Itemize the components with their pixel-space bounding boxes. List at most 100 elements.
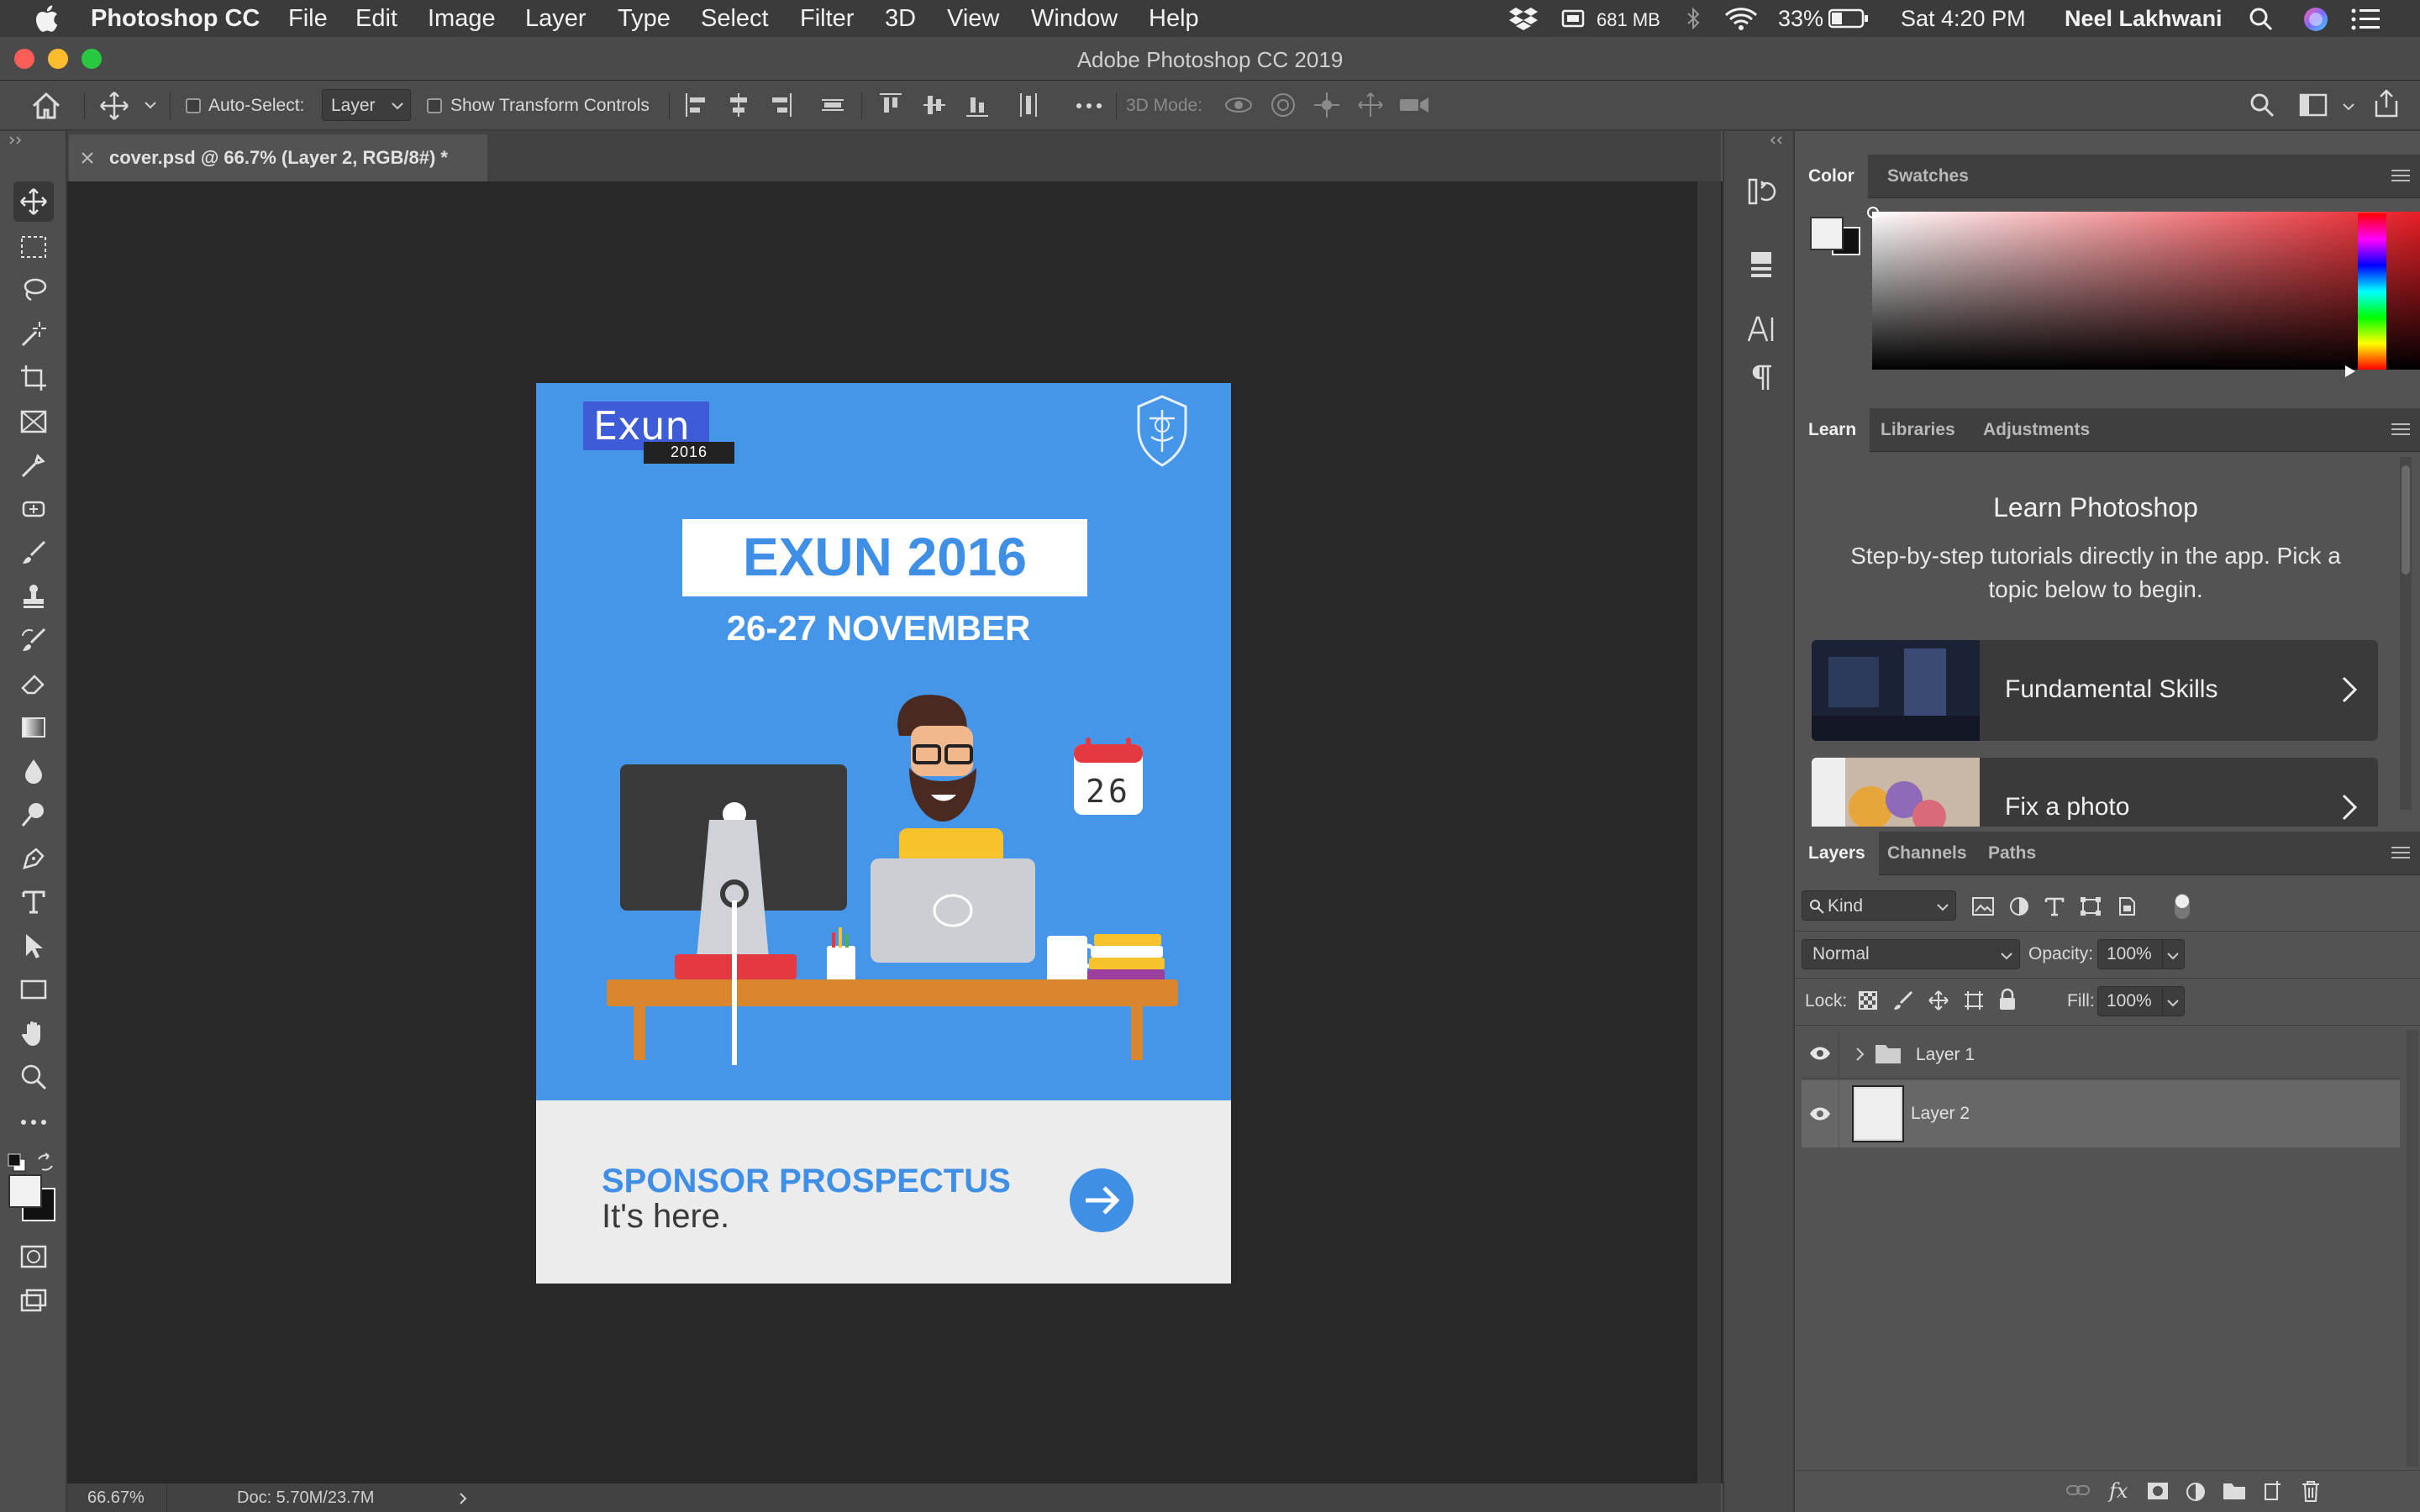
- layer-name[interactable]: Layer 2: [1911, 1104, 1970, 1124]
- filter-adjustment-layers-icon[interactable]: [2008, 895, 2030, 917]
- siri-icon[interactable]: [2302, 6, 2329, 33]
- bluetooth-icon[interactable]: [1685, 7, 1702, 30]
- slide-3d-icon[interactable]: [1356, 91, 1385, 119]
- opacity-field[interactable]: 100%: [2097, 939, 2185, 969]
- panel-menu-icon[interactable]: [2391, 847, 2410, 858]
- lock-all-icon[interactable]: [1998, 988, 2017, 1011]
- properties-panel-icon[interactable]: [1746, 247, 1776, 281]
- blur-tool[interactable]: [13, 751, 54, 791]
- collapse-toolbar-icon[interactable]: [8, 136, 27, 144]
- spotlight-search-icon[interactable]: [2249, 7, 2274, 32]
- canvas-vertical-scrollbar[interactable]: [1697, 181, 1721, 1483]
- blend-mode-dropdown[interactable]: Normal: [1802, 939, 2020, 969]
- chevron-right-icon[interactable]: [459, 1492, 467, 1505]
- new-adjustment-layer-icon[interactable]: [2185, 1481, 2207, 1503]
- menu-help[interactable]: Help: [1149, 5, 1199, 33]
- path-selection-tool[interactable]: [13, 926, 54, 966]
- dodge-tool[interactable]: [13, 795, 54, 835]
- menu-select[interactable]: Select: [701, 5, 769, 33]
- menu-3d[interactable]: 3D: [885, 5, 916, 33]
- lasso-tool[interactable]: [13, 270, 54, 311]
- delete-layer-trash-icon[interactable]: [2301, 1479, 2321, 1503]
- user-name[interactable]: Neel Lakhwani: [2065, 6, 2223, 32]
- hand-tool[interactable]: [13, 1013, 54, 1053]
- lock-image-pixels-icon[interactable]: [1892, 990, 1914, 1011]
- learn-card-fundamental-skills[interactable]: Fundamental Skills: [1812, 640, 2378, 741]
- layer-row-layer-1[interactable]: Layer 1: [1802, 1030, 2400, 1079]
- share-icon[interactable]: [2373, 89, 2400, 119]
- lock-artboard-icon[interactable]: [1963, 990, 1985, 1011]
- fx-icon[interactable]: fx: [2109, 1479, 2128, 1503]
- clock[interactable]: Sat 4:20 PM: [1901, 6, 2026, 32]
- artboard-cover[interactable]: Exun 2016 EXUN 2016 26-27 NOVEMBER 26 SP…: [536, 383, 1231, 1284]
- show-transform-checkbox[interactable]: [427, 98, 442, 113]
- menu-app-name[interactable]: Photoshop CC: [91, 5, 260, 33]
- layer-kind-filter[interactable]: Kind: [1802, 890, 1956, 921]
- dropbox-icon[interactable]: [1508, 7, 1539, 30]
- link-layers-icon[interactable]: [2065, 1483, 2091, 1498]
- move-tool-preset-icon[interactable]: [99, 91, 129, 121]
- document-tab[interactable]: cover.psd @ 66.7% (Layer 2, RGB/8#) *: [69, 134, 487, 181]
- eraser-tool[interactable]: [13, 664, 54, 704]
- align-right-edges-icon[interactable]: [769, 91, 794, 119]
- default-colors-icon[interactable]: [7, 1152, 27, 1173]
- hue-slider-thumb-icon[interactable]: [2344, 365, 2356, 378]
- distribute-horizontal-icon[interactable]: [1017, 91, 1042, 119]
- color-fg-swatch[interactable]: [1810, 217, 1844, 250]
- menu-image[interactable]: Image: [428, 5, 496, 33]
- panel-menu-icon[interactable]: [2391, 423, 2410, 435]
- memory-chip-icon[interactable]: [1560, 8, 1586, 29]
- tab-adjustments[interactable]: Adjustments: [1970, 408, 2103, 452]
- more-options-icon[interactable]: [1076, 102, 1102, 109]
- notification-center-icon[interactable]: [2351, 8, 2381, 30]
- battery-icon[interactable]: [1828, 8, 1869, 29]
- learn-scrollbar-track[interactable]: [2400, 457, 2412, 810]
- paragraph-panel-icon[interactable]: [1746, 361, 1776, 395]
- color-saturation-field[interactable]: [1872, 212, 2420, 370]
- distribute-vertical-icon[interactable]: [819, 91, 846, 119]
- brush-tool[interactable]: [13, 533, 54, 573]
- menu-window[interactable]: Window: [1031, 5, 1118, 33]
- new-group-folder-icon[interactable]: [2222, 1481, 2247, 1501]
- zoom-level[interactable]: 66.67%: [87, 1488, 145, 1508]
- marquee-tool[interactable]: [13, 227, 54, 267]
- menu-layer[interactable]: Layer: [525, 5, 587, 33]
- character-panel-icon[interactable]: [1746, 312, 1776, 346]
- auto-select-checkbox[interactable]: [186, 98, 201, 113]
- menu-type[interactable]: Type: [618, 5, 671, 33]
- filter-shape-layers-icon[interactable]: [2079, 895, 2102, 917]
- clone-stamp-tool[interactable]: [13, 576, 54, 617]
- learn-scrollbar-thumb[interactable]: [2402, 465, 2410, 575]
- move-tool[interactable]: [13, 181, 54, 222]
- align-top-edges-icon[interactable]: [878, 91, 903, 119]
- type-tool[interactable]: [13, 882, 54, 922]
- tab-libraries[interactable]: Libraries: [1867, 408, 1969, 452]
- layers-scrollbar[interactable]: [2407, 1030, 2418, 1467]
- chevron-down-icon[interactable]: [2343, 102, 2354, 111]
- edit-toolbar-button[interactable]: [13, 1102, 54, 1142]
- new-layer-icon[interactable]: [2262, 1479, 2284, 1503]
- align-horizontal-centers-icon[interactable]: [726, 91, 751, 119]
- chevron-down-icon[interactable]: [145, 101, 156, 109]
- wifi-icon[interactable]: [1724, 7, 1758, 30]
- hue-slider[interactable]: [2358, 213, 2386, 370]
- filter-smart-objects-icon[interactable]: [2116, 895, 2138, 917]
- expand-group-chevron-icon[interactable]: [1855, 1047, 1865, 1062]
- menu-filter[interactable]: Filter: [800, 5, 854, 33]
- filter-type-layers-icon[interactable]: [2044, 895, 2065, 917]
- filter-pixel-layers-icon[interactable]: [1971, 895, 1995, 917]
- auto-select-dropdown[interactable]: Layer: [322, 89, 411, 121]
- history-panel-icon[interactable]: [1746, 175, 1776, 208]
- tab-layers[interactable]: Layers: [1795, 832, 1879, 875]
- close-tab-icon[interactable]: [81, 151, 94, 165]
- color-picker-handle[interactable]: [1867, 207, 1879, 218]
- home-icon[interactable]: [30, 91, 62, 121]
- layer-thumbnail[interactable]: [1852, 1085, 1904, 1142]
- healing-brush-tool[interactable]: [13, 489, 54, 529]
- align-left-edges-icon[interactable]: [683, 91, 708, 119]
- magic-wand-tool[interactable]: [13, 314, 54, 354]
- layer-row-layer-2[interactable]: Layer 2: [1802, 1080, 2400, 1147]
- drag-3d-icon[interactable]: [1313, 91, 1341, 119]
- swap-colors-icon[interactable]: [35, 1152, 55, 1173]
- tab-channels[interactable]: Channels: [1874, 832, 1981, 875]
